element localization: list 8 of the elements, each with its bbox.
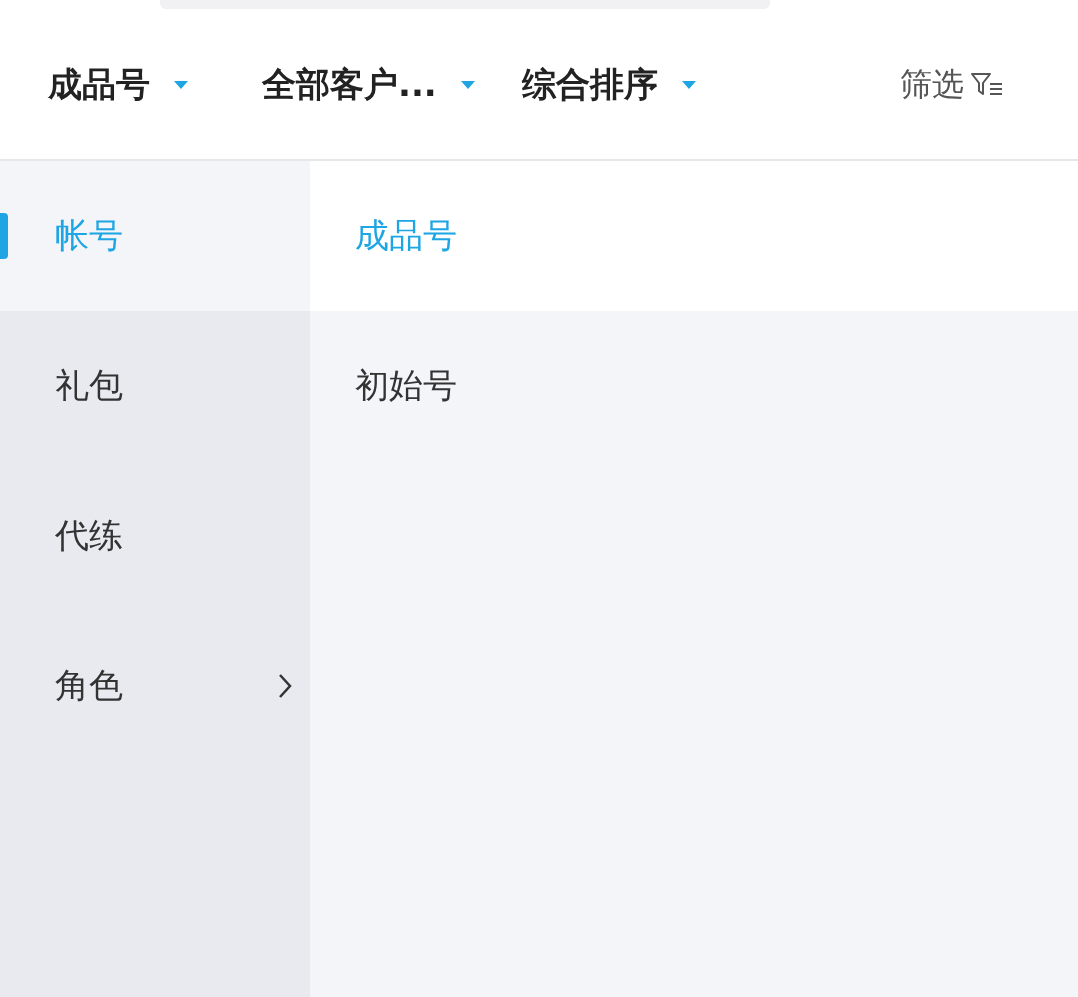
option-item[interactable]: 初始号: [310, 311, 1078, 461]
filter-button[interactable]: 筛选: [900, 62, 1004, 107]
category-item[interactable]: 代练: [0, 461, 310, 611]
dropdown-button[interactable]: 全部客户...: [262, 61, 477, 108]
dropdown-button[interactable]: 综合排序: [521, 61, 698, 108]
category-item[interactable]: 礼包: [0, 311, 310, 461]
category-item[interactable]: 角色: [0, 611, 310, 761]
dropdown-button[interactable]: 成品号: [48, 61, 190, 108]
